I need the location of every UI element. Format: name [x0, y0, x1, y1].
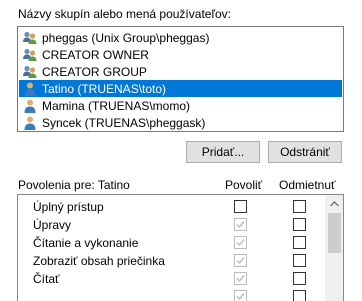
- permission-row: Úplný prístup: [18, 198, 323, 216]
- user-icon: [22, 81, 38, 97]
- user-row[interactable]: pheggas (Unix Group\pheggas): [19, 29, 342, 46]
- permission-row-partial: [18, 288, 323, 301]
- user-name: Mamina (TRUENAS\momo): [42, 98, 191, 113]
- allow-checkbox-checked[interactable]: [234, 272, 247, 285]
- permission-row: Čítanie a vykonanie: [18, 234, 323, 252]
- deny-checkbox[interactable]: [293, 290, 306, 301]
- permissions-list[interactable]: Úplný prístup Úpravy Čítanie a vykonanie…: [17, 194, 344, 301]
- user-row[interactable]: Syncek (TRUENAS\pheggask): [19, 114, 342, 131]
- user-name: pheggas (Unix Group\pheggas): [42, 30, 210, 45]
- add-button[interactable]: Pridať...: [186, 141, 260, 163]
- permission-row: Čítať: [18, 270, 323, 288]
- deny-column-header: Odmietnuť: [279, 178, 336, 192]
- allow-checkbox-checked[interactable]: [234, 254, 247, 267]
- vertical-scrollbar[interactable]: [325, 195, 343, 301]
- remove-button[interactable]: Odstrániť: [268, 141, 342, 163]
- allow-checkbox-checked[interactable]: [234, 236, 247, 249]
- permission-name: Čítanie a vykonanie: [33, 236, 139, 250]
- permission-name: Čítať: [33, 272, 60, 286]
- allow-column-header: Povoliť: [225, 178, 263, 192]
- user-row[interactable]: CREATOR GROUP: [19, 63, 342, 80]
- permission-name: Úplný prístup: [33, 200, 104, 214]
- scroll-up-arrow-icon[interactable]: [326, 195, 343, 212]
- scroll-thumb[interactable]: [328, 213, 341, 253]
- group-icon: [22, 30, 38, 46]
- checkmark-icon: [236, 257, 245, 265]
- allow-checkbox-checked[interactable]: [234, 218, 247, 231]
- checkmark-icon: [236, 275, 245, 283]
- deny-checkbox[interactable]: [293, 272, 306, 285]
- deny-checkbox[interactable]: [293, 200, 306, 213]
- user-row[interactable]: Mamina (TRUENAS\momo): [19, 97, 342, 114]
- permission-row: Úpravy: [18, 216, 323, 234]
- group-icon: [22, 64, 38, 80]
- deny-checkbox[interactable]: [293, 254, 306, 267]
- user-name: CREATOR OWNER: [42, 47, 149, 62]
- user-icon: [22, 115, 38, 131]
- deny-checkbox[interactable]: [293, 236, 306, 249]
- user-name: Tatino (TRUENAS\toto): [42, 81, 167, 96]
- permissions-label: Povolenia pre: Tatino: [18, 178, 130, 192]
- allow-checkbox[interactable]: [234, 200, 247, 213]
- checkmark-icon: [236, 221, 245, 229]
- groups-label: Názvy skupín alebo mená používateľov:: [18, 7, 231, 21]
- group-icon: [22, 47, 38, 63]
- deny-checkbox[interactable]: [293, 218, 306, 231]
- user-icon: [22, 98, 38, 114]
- user-name: Syncek (TRUENAS\pheggask): [42, 115, 206, 130]
- user-row-selected[interactable]: Tatino (TRUENAS\toto): [19, 80, 342, 97]
- permission-name: Zobraziť obsah priečinka: [33, 254, 165, 268]
- permission-row: Zobraziť obsah priečinka: [18, 252, 323, 270]
- permission-name: Úpravy: [33, 218, 72, 232]
- checkmark-icon: [236, 239, 245, 247]
- user-row[interactable]: CREATOR OWNER: [19, 46, 342, 63]
- user-list[interactable]: pheggas (Unix Group\pheggas) CREATOR OWN…: [17, 26, 344, 132]
- user-name: CREATOR GROUP: [42, 64, 147, 79]
- allow-checkbox-checked[interactable]: [234, 290, 247, 301]
